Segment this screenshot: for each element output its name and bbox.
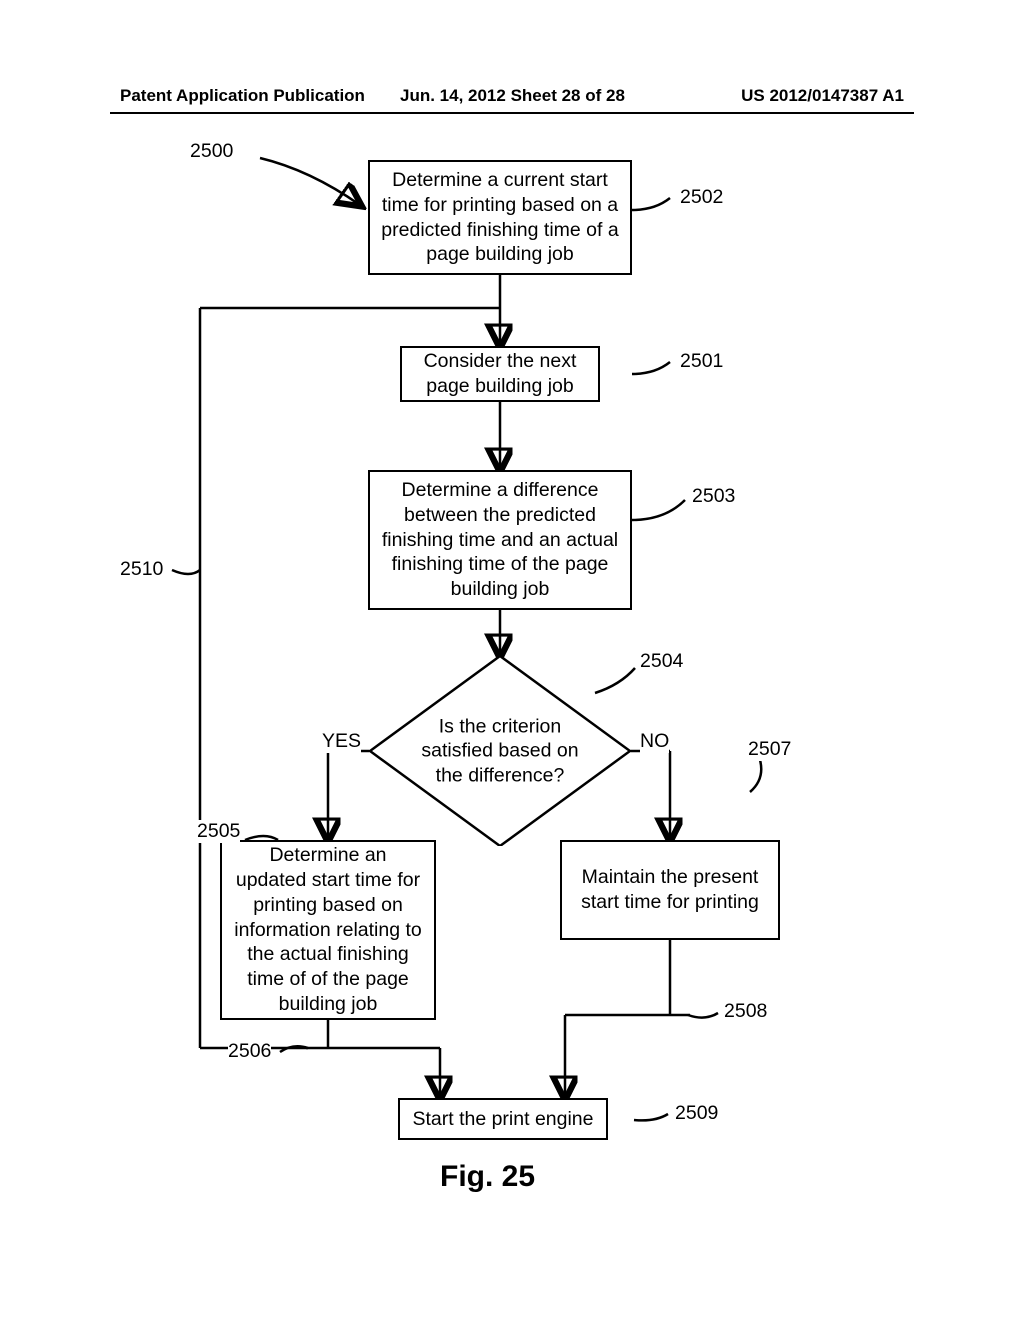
box-2505-text: Determine an updated start time for prin…: [232, 843, 424, 1018]
box-2501-text: Consider the next page building job: [412, 349, 588, 399]
flowchart-diagram: 2500 Determine a current start time for …: [110, 140, 914, 1240]
header-divider: [110, 112, 914, 114]
box-2509: Start the print engine: [398, 1098, 608, 1140]
ref-2508: 2508: [724, 1000, 767, 1023]
ref-2500: 2500: [190, 140, 233, 163]
ref-2506: 2506: [228, 1040, 271, 1063]
ref-2510: 2510: [120, 558, 163, 581]
box-2502-text: Determine a current start time for print…: [380, 168, 620, 268]
box-2505: Determine an updated start time for prin…: [220, 840, 436, 1020]
box-2502: Determine a current start time for print…: [368, 160, 632, 275]
ref-2504: 2504: [640, 650, 683, 673]
header-right: US 2012/0147387 A1: [741, 86, 904, 106]
ref-2509: 2509: [675, 1102, 718, 1125]
ref-2502: 2502: [680, 186, 723, 209]
ref-2501: 2501: [680, 350, 723, 373]
header-center: Jun. 14, 2012 Sheet 28 of 28: [400, 86, 625, 106]
box-2509-text: Start the print engine: [412, 1107, 593, 1132]
ref-2505: 2505: [197, 820, 240, 843]
decision-2504-text: Is the criterion satisfied based on the …: [420, 714, 580, 787]
decision-yes-label: YES: [322, 730, 361, 753]
box-2501: Consider the next page building job: [400, 346, 600, 402]
ref-2503: 2503: [692, 485, 735, 508]
header-left: Patent Application Publication: [120, 86, 365, 106]
box-2507: Maintain the present start time for prin…: [560, 840, 780, 940]
box-2503: Determine a difference between the predi…: [368, 470, 632, 610]
figure-caption: Fig. 25: [440, 1160, 535, 1194]
box-2503-text: Determine a difference between the predi…: [380, 478, 620, 603]
page-root: Patent Application Publication Jun. 14, …: [0, 0, 1024, 1320]
decision-2504: Is the criterion satisfied based on the …: [370, 656, 630, 846]
box-2507-text: Maintain the present start time for prin…: [572, 865, 768, 915]
ref-2507: 2507: [748, 738, 791, 761]
decision-no-label: NO: [640, 730, 669, 753]
